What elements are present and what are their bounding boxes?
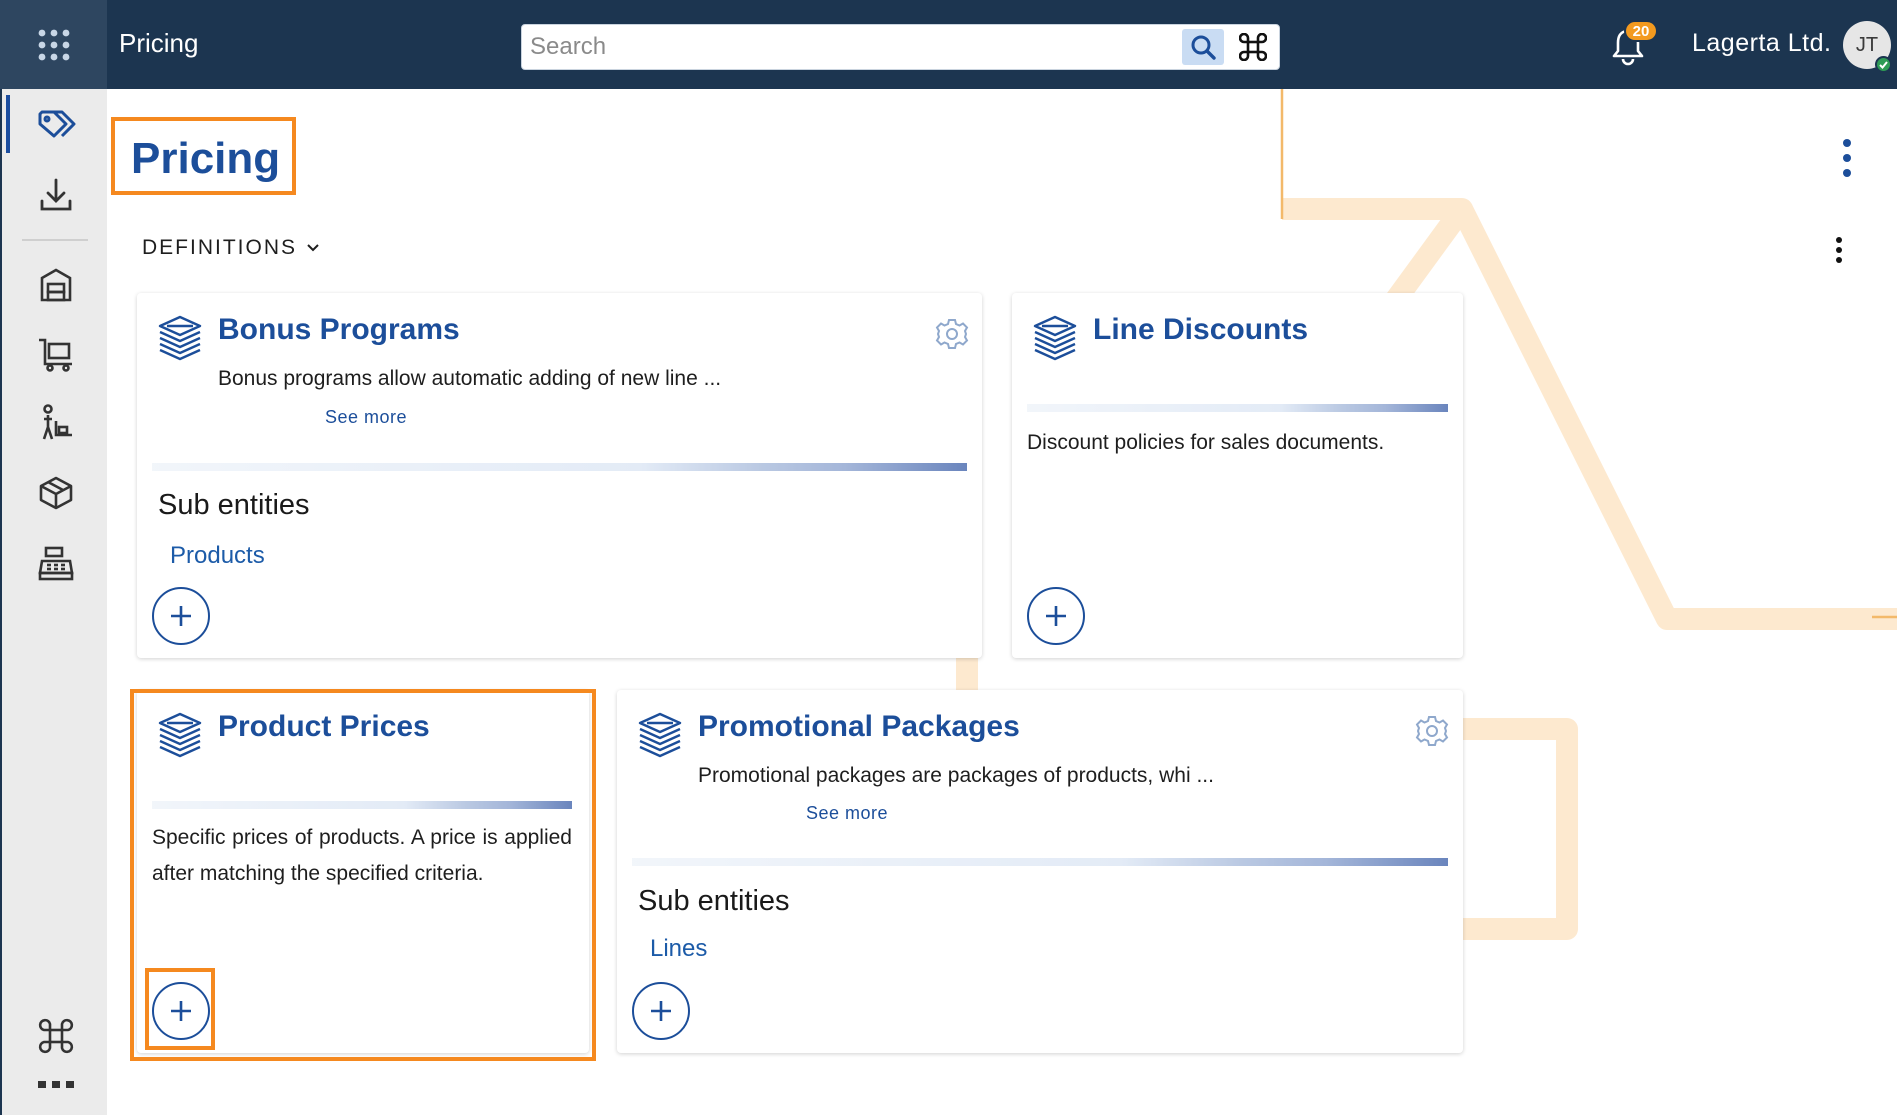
card-title[interactable]: Bonus Programs (218, 313, 460, 347)
stack-icon (1033, 315, 1077, 361)
card-description: Specific prices of products. A price is … (152, 826, 572, 885)
card-title[interactable]: Promotional Packages (698, 710, 1020, 744)
card-bonus-programs: Bonus Programs Bonus programs allow auto… (137, 293, 982, 658)
pricing-tag-icon (38, 110, 75, 138)
sidebar-item-download[interactable] (2, 165, 109, 225)
grid-dots-icon (38, 29, 69, 60)
card-divider (1027, 404, 1448, 412)
sidebar-item-more[interactable] (2, 1064, 109, 1106)
search-icon (1191, 35, 1216, 60)
definitions-label: DEFINITIONS (142, 236, 298, 259)
company-name[interactable]: Lagerta Ltd. (1692, 29, 1831, 58)
command-icon (1239, 33, 1267, 61)
definitions-dropdown[interactable]: DEFINITIONS (142, 236, 321, 260)
sub-entities-heading: Sub entities (638, 885, 790, 917)
chevron-down-icon (307, 244, 319, 252)
sidebar-item-products[interactable] (2, 463, 109, 523)
app-launcher-button[interactable] (0, 0, 107, 89)
plus-icon (1046, 606, 1066, 626)
person-cart-icon (42, 404, 72, 440)
see-more-link[interactable]: See more (806, 803, 888, 824)
page-title-highlight: Pricing (111, 117, 296, 195)
sidebar-item-warehouse[interactable] (2, 254, 109, 314)
sub-entities-heading: Sub entities (158, 489, 310, 521)
plus-icon (651, 1001, 671, 1021)
card-title[interactable]: Product Prices (218, 710, 430, 744)
stack-icon (158, 712, 202, 758)
section-menu-icon[interactable] (1832, 236, 1846, 264)
box-icon (39, 476, 72, 510)
card-promotional-packages: Promotional Packages Promotional package… (617, 690, 1463, 1053)
card-description: Bonus programs allow automatic adding of… (218, 367, 722, 390)
sub-entity-link-lines[interactable]: Lines (650, 935, 707, 963)
page-title: Pricing (131, 134, 281, 183)
sub-entity-link-products[interactable]: Products (170, 542, 265, 570)
sidebar-item-shortcuts[interactable] (2, 1006, 109, 1066)
card-title[interactable]: Line Discounts (1093, 313, 1308, 347)
cash-register-icon (37, 546, 74, 581)
sidebar-item-cart[interactable] (2, 324, 109, 384)
download-icon (40, 178, 71, 211)
stack-icon (158, 315, 202, 361)
sidebar-item-delivery[interactable] (2, 393, 109, 453)
gear-icon[interactable] (1415, 714, 1449, 748)
more-icon (37, 1081, 74, 1088)
command-palette-button[interactable] (1232, 29, 1274, 65)
card-line-discounts: Line Discounts Discount policies for sal… (1012, 293, 1463, 658)
online-status-icon (1875, 56, 1892, 73)
add-button[interactable] (152, 982, 210, 1040)
search-box (521, 24, 1280, 70)
page-menu-icon[interactable] (1840, 138, 1854, 178)
plus-icon (171, 606, 191, 626)
card-product-prices: Product Prices Specific prices of produc… (137, 690, 589, 1053)
sidebar (0, 89, 107, 1115)
card-divider (152, 463, 967, 471)
sidebar-item-pricing[interactable] (2, 94, 109, 154)
search-button[interactable] (1182, 29, 1224, 65)
add-button[interactable] (152, 587, 210, 645)
sidebar-divider (22, 239, 88, 241)
plus-icon (171, 1001, 191, 1021)
add-button[interactable] (632, 982, 690, 1040)
sidebar-item-pos[interactable] (2, 533, 109, 593)
stack-icon (638, 712, 682, 758)
search-input[interactable] (530, 31, 1170, 63)
command-icon (38, 1018, 73, 1054)
cart-icon (38, 338, 72, 372)
card-description: Discount policies for sales documents. (1027, 431, 1385, 454)
gear-icon[interactable] (935, 317, 969, 351)
add-button[interactable] (1027, 587, 1085, 645)
top-bar: Pricing 20 Lagerta Ltd. JT (0, 0, 1897, 89)
see-more-link[interactable]: See more (325, 407, 407, 428)
card-description: Promotional packages are packages of pro… (698, 764, 1214, 787)
notification-badge: 20 (1624, 20, 1658, 42)
app-title: Pricing (119, 28, 199, 58)
card-divider (152, 801, 572, 809)
card-divider (632, 858, 1448, 866)
warehouse-icon (40, 268, 71, 302)
